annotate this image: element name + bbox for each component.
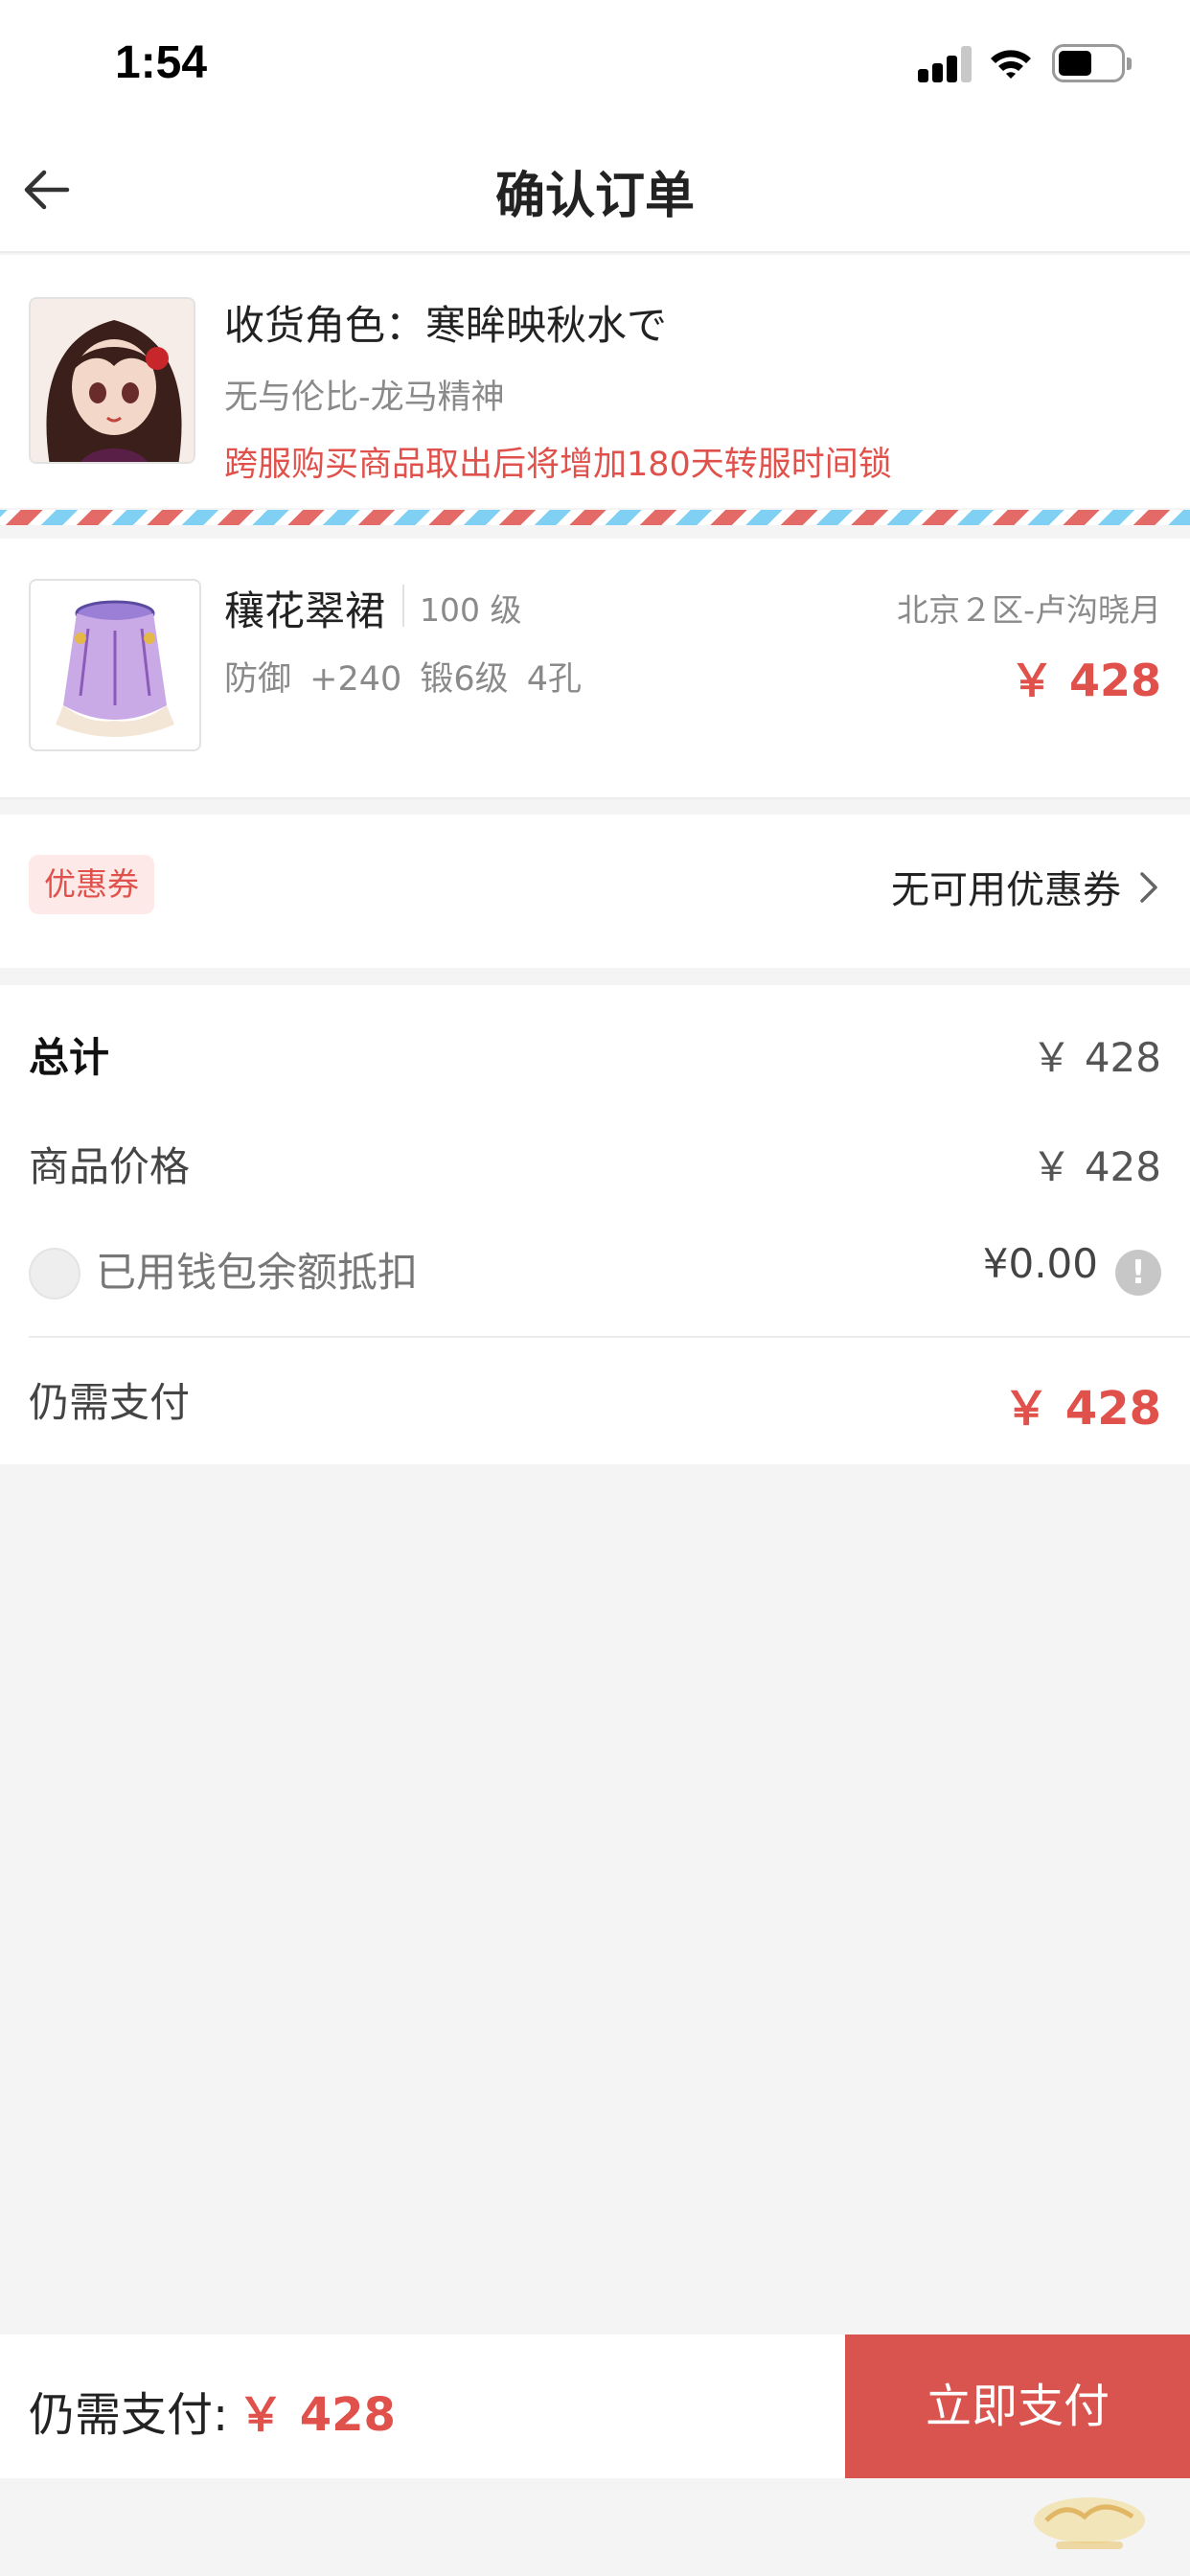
bottom-pay-bar: 仍需支付: ￥ 428 立即支付: [0, 2334, 1190, 2478]
price-summary: 总计 ￥ 428 商品价格 ￥ 428 已用钱包余额抵扣 ¥0.00 ! 仍需支…: [0, 985, 1190, 1464]
character-avatar: [29, 297, 195, 464]
pay-now-button[interactable]: 立即支付: [845, 2334, 1190, 2478]
product-card[interactable]: 穰花翠裙 100 级 北京２区-卢沟晓月 防御 +240 锻6级 4孔 ￥ 42…: [0, 539, 1190, 799]
coupon-tag: 优惠券: [29, 855, 154, 914]
receiver-server: 无与伦比-龙马精神: [224, 379, 505, 417]
divider: [402, 585, 404, 627]
status-bar: 1:54: [0, 0, 1190, 126]
game-logo-watermark: [1034, 2497, 1145, 2549]
wallet-deduction-radio[interactable]: [29, 1248, 80, 1300]
cellular-signal-icon: [918, 46, 972, 82]
airmail-stripe-divider: [0, 510, 1190, 525]
goods-price-label: 商品价格: [29, 1143, 191, 1190]
total-label: 总计: [29, 1034, 110, 1081]
goods-price-row: 商品价格 ￥ 428: [0, 1135, 1190, 1202]
product-price: ￥ 428: [1009, 655, 1161, 706]
transfer-warning: 跨服购买商品取出后将增加180天转服时间锁: [224, 446, 892, 484]
bottom-due-label: 仍需支付:: [29, 2388, 229, 2442]
amount-due-row: 仍需支付 ￥ 428: [0, 1370, 1190, 1438]
product-level: 100 级: [420, 591, 522, 629]
coupon-value: 无可用优惠券: [891, 868, 1121, 912]
receiver-card: 收货角色：寒眸映秋水で 无与伦比-龙马精神 跨服购买商品取出后将增加180天转服…: [0, 255, 1190, 508]
wallet-deduction-row[interactable]: 已用钱包余额抵扣 ¥0.00 !: [0, 1240, 1190, 1307]
bottom-due-price: ￥ 428: [238, 2388, 396, 2442]
product-server: 北京２区-卢沟晓月: [897, 591, 1161, 629]
total-row: 总计 ￥ 428: [0, 1025, 1190, 1092]
divider: [29, 1336, 1190, 1338]
battery-icon: [1052, 44, 1132, 82]
info-icon[interactable]: !: [1115, 1250, 1161, 1296]
product-attributes: 防御 +240 锻6级 4孔: [224, 660, 583, 699]
nav-bar: 确认订单: [0, 126, 1190, 253]
coupon-row[interactable]: 优惠券 无可用优惠券: [0, 815, 1190, 968]
product-image: [29, 579, 201, 751]
wallet-deduction-value: ¥0.00: [982, 1240, 1098, 1287]
amount-due-label: 仍需支付: [29, 1379, 191, 1426]
status-time: 1:54: [115, 37, 208, 88]
amount-due-value: ￥ 428: [1003, 1382, 1161, 1436]
page-title: 确认订单: [494, 168, 695, 225]
chevron-right-icon: [1140, 872, 1157, 903]
receiver-name: 收货角色：寒眸映秋水で: [224, 302, 668, 349]
goods-price-value: ￥ 428: [1031, 1143, 1161, 1190]
wallet-deduction-label: 已用钱包余额抵扣: [96, 1249, 419, 1296]
wifi-icon: [991, 50, 1031, 79]
product-name: 穰花翠裙: [224, 587, 386, 634]
total-value: ￥ 428: [1031, 1034, 1161, 1081]
